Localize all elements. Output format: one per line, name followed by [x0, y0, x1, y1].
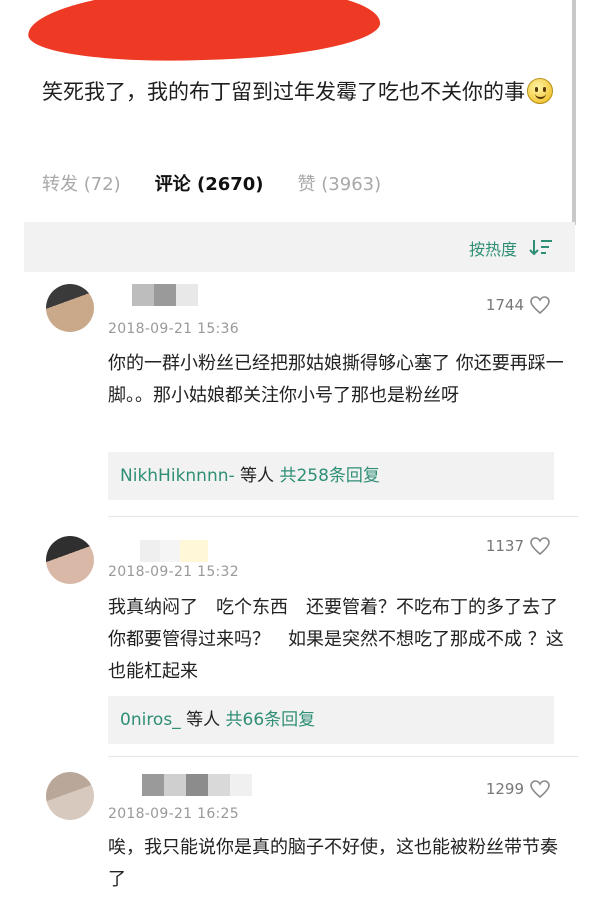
reply-connector: 等人 — [180, 710, 226, 730]
smiley-emoji-icon — [527, 78, 553, 104]
avatar[interactable] — [46, 772, 94, 820]
replies-link[interactable]: NikhHiknnnn- 等人 共258条回复 — [108, 452, 554, 500]
sort-icon[interactable] — [529, 238, 553, 256]
tab-comments[interactable]: 评论 (2670) — [134, 170, 278, 242]
comment-timestamp: 2018-09-21 16:25 — [108, 806, 239, 822]
sort-bar: 按热度 — [24, 222, 575, 272]
heart-icon[interactable] — [530, 780, 550, 798]
reply-user[interactable]: NikhHiknnnn- — [120, 466, 235, 486]
redacted-username — [142, 774, 252, 796]
reply-connector: 等人 — [234, 466, 280, 486]
comment-item: 1137 2018-09-21 15:32 我真纳闷了 吃个东西 还要管着？不吃… — [24, 520, 584, 756]
tab-likes[interactable]: 赞 (3963) — [298, 170, 382, 212]
avatar[interactable] — [46, 536, 94, 584]
like-control[interactable]: 1137 — [486, 537, 550, 555]
tab-likes-count: (3963) — [321, 174, 382, 195]
like-count: 1744 — [485, 296, 524, 314]
redacted-username — [132, 284, 198, 306]
redacted-username — [140, 540, 208, 562]
post-content: 笑死我了，我的布丁留到过年发霉了吃也不关你的事 — [42, 72, 562, 112]
comment-item: 1744 2018-09-21 15:36 你的一群小粉丝已经把那姑娘撕得够心塞… — [24, 276, 584, 516]
comment-text: 唉，我只能说你是真的脑子不好使，这也能被粉丝带节奏了 — [108, 837, 558, 890]
tab-reposts[interactable]: 转发 (72) — [42, 170, 121, 212]
tab-comments-count: (2670) — [196, 174, 264, 195]
like-count: 1299 — [485, 780, 524, 798]
tab-comments-label: 评论 — [154, 174, 191, 195]
like-control[interactable]: 1744 — [486, 296, 550, 314]
reply-user[interactable]: 0niros_ — [120, 710, 181, 730]
scrollbar[interactable] — [572, 0, 576, 225]
redacted-username — [26, 0, 382, 67]
heart-icon[interactable] — [530, 296, 550, 314]
divider — [108, 516, 578, 517]
tab-bar: 转发 (72) 评论 (2670) 赞 (3963) — [42, 170, 382, 242]
reply-count[interactable]: 共66条回复 — [226, 710, 316, 730]
comment-timestamp: 2018-09-21 15:32 — [108, 564, 239, 580]
like-control[interactable]: 1299 — [486, 780, 550, 798]
post-text: 笑死我了，我的布丁留到过年发霉了吃也不关你的事 — [42, 80, 525, 104]
tab-reposts-label: 转发 — [42, 174, 78, 195]
tab-reposts-count: (72) — [83, 174, 121, 195]
comment-text: 你的一群小粉丝已经把那姑娘撕得够心塞了 你还要再踩一脚。。那小姑娘都关注你小号了… — [108, 353, 564, 406]
reply-count[interactable]: 共258条回复 — [279, 466, 379, 486]
sort-by-hot-button[interactable]: 按热度 — [469, 236, 517, 260]
heart-icon[interactable] — [530, 537, 550, 555]
divider — [108, 756, 578, 757]
avatar[interactable] — [46, 284, 94, 332]
comment-item: 1299 2018-09-21 16:25 唉，我只能说你是真的脑子不好使，这也… — [24, 760, 584, 906]
tab-likes-label: 赞 — [297, 174, 316, 195]
replies-link[interactable]: 0niros_ 等人 共66条回复 — [108, 696, 554, 744]
like-count: 1137 — [485, 537, 524, 555]
comment-text: 我真纳闷了 吃个东西 还要管着？不吃布丁的多了去了 你都要管得过来吗？ 如果是突… — [108, 597, 576, 682]
comment-timestamp: 2018-09-21 15:36 — [108, 321, 239, 337]
